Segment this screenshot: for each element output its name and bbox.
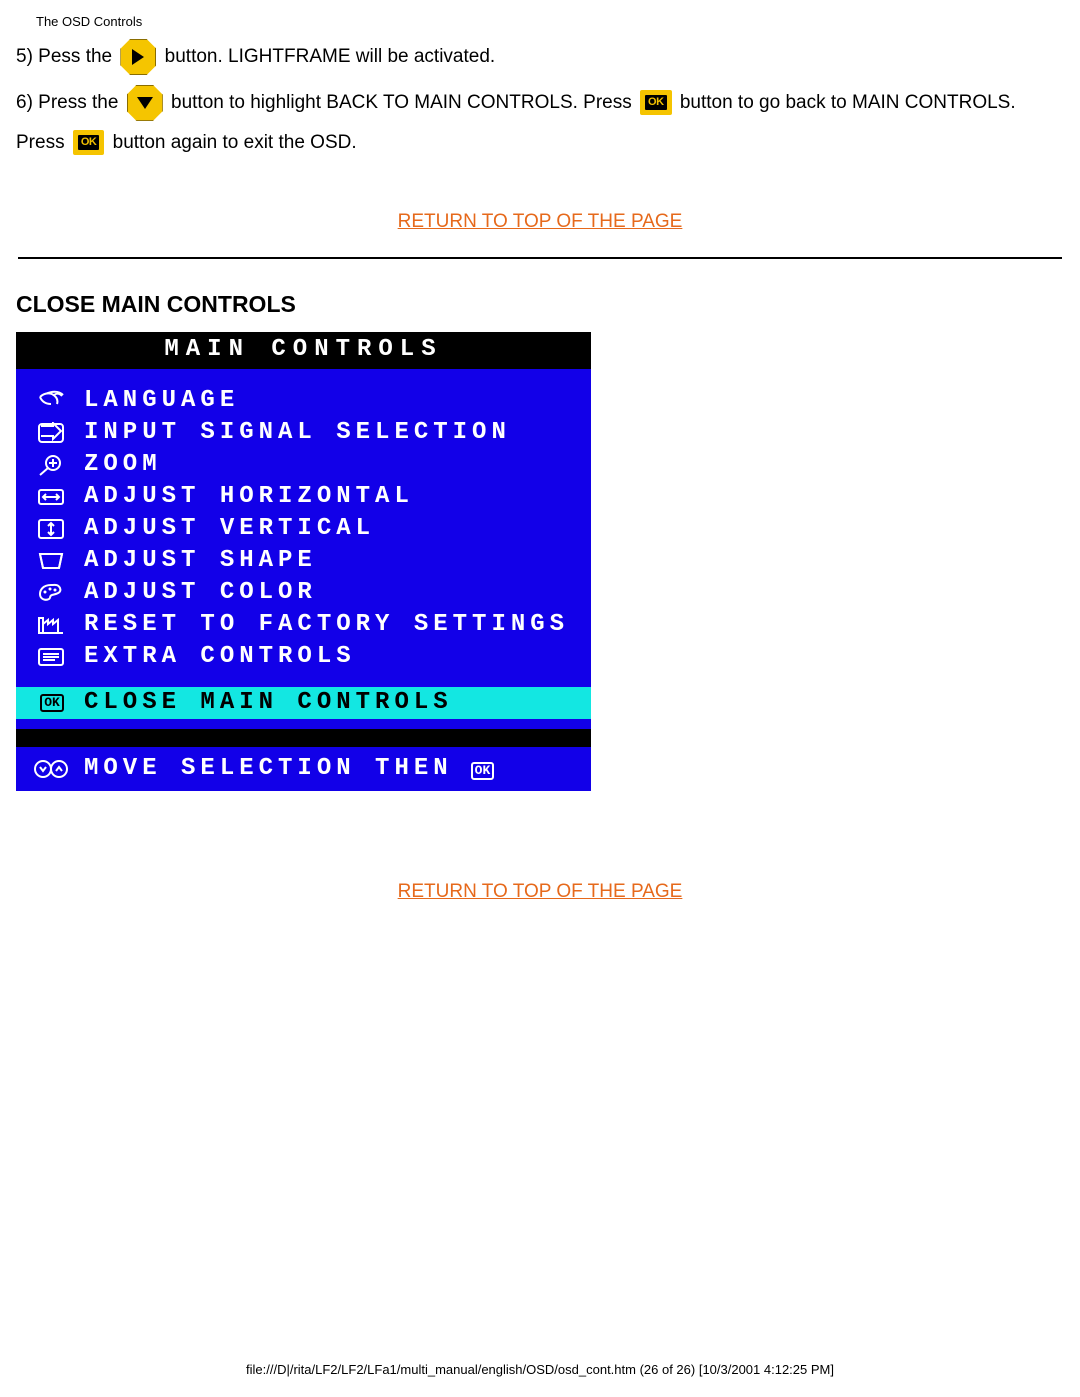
right-arrow-button-icon (120, 39, 156, 75)
step6-p2: button to highlight BACK TO MAIN CONTROL… (171, 92, 632, 113)
page-header: The OSD Controls (0, 0, 1080, 29)
factory-icon (28, 611, 76, 639)
osd-item-label: CLOSE MAIN CONTROLS (76, 689, 453, 716)
horizontal-arrows-icon (28, 483, 76, 511)
step6-p4: button again to exit the OSD. (113, 132, 357, 153)
osd-item-label: EXTRA CONTROLS (76, 643, 356, 670)
osd-footer-text: MOVE SELECTION THEN (76, 755, 453, 782)
osd-item-reset-factory: RESET TO FACTORY SETTINGS (16, 609, 591, 641)
osd-item-extra-controls: EXTRA CONTROLS (16, 641, 591, 673)
instructions: 5) Pess the button. LIGHTFRAME will be a… (0, 29, 1080, 163)
ok-button-icon: OK (73, 130, 105, 155)
shape-icon (28, 547, 76, 575)
return-to-top-link[interactable]: RETURN TO TOP OF THE PAGE (0, 881, 1080, 903)
osd-item-adjust-shape: ADJUST SHAPE (16, 545, 591, 577)
osd-item-adjust-vertical: ADJUST VERTICAL (16, 513, 591, 545)
osd-item-label: ADJUST HORIZONTAL (76, 483, 414, 510)
ok-button-icon: OK (640, 90, 672, 115)
osd-footer: MOVE SELECTION THEN OK (16, 747, 591, 791)
osd-item-label: ADJUST COLOR (76, 579, 317, 606)
step5-suffix: button. LIGHTFRAME will be activated. (165, 46, 496, 67)
list-icon (28, 643, 76, 671)
osd-item-zoom: ZOOM (16, 449, 591, 481)
section-heading: CLOSE MAIN CONTROLS (0, 259, 1080, 332)
step-5: 5) Pess the button. LIGHTFRAME will be a… (16, 37, 1044, 77)
up-down-arrows-icon (28, 755, 76, 783)
return-to-top-link[interactable]: RETURN TO TOP OF THE PAGE (0, 211, 1080, 233)
osd-item-label: ZOOM (76, 451, 162, 478)
osd-item-close-main-controls: OK CLOSE MAIN CONTROLS (16, 687, 591, 719)
osd-divider (16, 729, 591, 747)
palette-icon (28, 579, 76, 607)
osd-item-label: ADJUST SHAPE (76, 547, 317, 574)
globe-icon (28, 387, 76, 415)
ok-icon: OK (28, 689, 76, 717)
osd-title: MAIN CONTROLS (16, 332, 591, 369)
step6-p1: 6) Press the (16, 92, 118, 113)
step-6: 6) Press the button to highlight BACK TO… (16, 83, 1044, 163)
osd-item-input-signal: INPUT SIGNAL SELECTION (16, 417, 591, 449)
input-arrow-icon (28, 419, 76, 447)
step5-prefix: 5) Pess the (16, 46, 112, 67)
osd-item-label: RESET TO FACTORY SETTINGS (76, 611, 569, 638)
osd-panel: MAIN CONTROLS LANGUAGE INPUT SIGNAL SELE… (16, 332, 591, 791)
osd-item-label: LANGUAGE (76, 387, 239, 414)
vertical-arrows-icon (28, 515, 76, 543)
osd-item-label: INPUT SIGNAL SELECTION (76, 419, 511, 446)
osd-item-language: LANGUAGE (16, 385, 591, 417)
ok-icon: OK (453, 755, 495, 782)
osd-body: LANGUAGE INPUT SIGNAL SELECTION ZOOM ADJ… (16, 369, 591, 729)
osd-item-adjust-color: ADJUST COLOR (16, 577, 591, 609)
zoom-icon (28, 451, 76, 479)
osd-item-adjust-horizontal: ADJUST HORIZONTAL (16, 481, 591, 513)
footer-path: file:///D|/rita/LF2/LF2/LFa1/multi_manua… (0, 1362, 1080, 1377)
down-arrow-button-icon (127, 85, 163, 121)
osd-item-label: ADJUST VERTICAL (76, 515, 375, 542)
